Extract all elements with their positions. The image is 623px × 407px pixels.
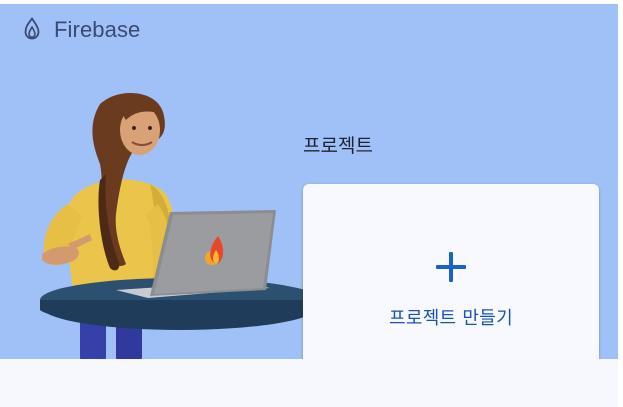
firebase-flame-icon [24,17,40,40]
firebase-console-home: Firebase 프로젝트 프로젝트 만들기 [0,0,623,407]
brand-name: Firebase [54,17,141,42]
plus-icon [436,252,466,282]
welcome-hero: Firebase 프로젝트 프로젝트 만들기 [0,4,618,391]
right-edge [618,0,623,407]
projects-section-title: 프로젝트 [303,135,373,157]
create-project-label: 프로젝트 만들기 [388,308,514,329]
developer-illustration [40,92,310,363]
content-area [0,359,618,407]
brand-header[interactable]: Firebase [20,17,140,43]
